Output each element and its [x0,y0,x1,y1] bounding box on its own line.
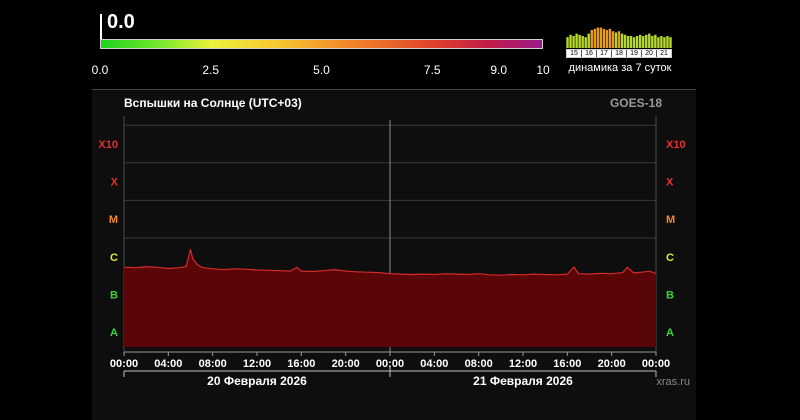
weekly-day-label: 15 [567,50,582,57]
weekly-bar [642,36,645,48]
y-class-label-left: C [110,252,118,264]
weekly-day-label: 21 [660,50,668,57]
x-tick-label: 08:00 [199,358,227,370]
x-tick-label: 12:00 [509,358,537,370]
weekly-bar [638,34,642,48]
y-class-label-left: X10 [98,139,118,151]
y-class-label-right: M [666,214,675,226]
y-class-label-left: M [109,214,118,226]
weekly-bar [608,28,612,48]
weekly-day-label: 18 [612,50,627,57]
x-tick-label: 04:00 [420,358,448,370]
scale-tick-label: 5.0 [313,63,330,77]
weekly-bar [578,34,581,48]
weekly-bar [581,36,584,48]
scale-tick-label: 10 [536,63,550,77]
weekly-bar [575,33,578,48]
x-tick-label: 16:00 [553,358,581,370]
weekly-bar [599,27,603,48]
weekly-bar [620,33,624,48]
x-tick-label: 00:00 [376,358,404,370]
weekly-bar [669,37,672,48]
weekly-bar [626,36,630,48]
weekly-bar [569,34,572,48]
weekly-bar [632,37,636,48]
weekly-bar [635,36,639,48]
data-source-label: GOES-18 [610,96,662,110]
weekly-bar [660,36,663,48]
date-label: 21 Февраля 2026 [473,374,573,388]
weekly-bar [654,34,657,48]
y-class-label-right: X [666,177,674,189]
scale-tick-label: 9.0 [490,63,508,77]
x-tick-label: 04:00 [154,358,182,370]
scale-tick-label: 0.0 [91,63,109,77]
watermark-label[interactable]: xras.ru [656,376,690,388]
flare-chart-svg: Вспышки на Солнце (UTC+03) GOES-18 A A B B C C M… [98,96,690,388]
weekly-bar [596,27,600,48]
weekly-bar [566,37,569,48]
y-class-label-right: A [666,327,674,339]
x-tick-label: 20:00 [598,358,626,370]
weekly-bar [611,31,615,48]
x-tick-label: 16:00 [287,358,315,370]
weekly-bar [645,34,648,48]
x-tick-label: 00:00 [110,358,138,370]
weekly-dynamics-widget[interactable]: 15 16 17 18 19 20 21 динамика за 7 суток [564,24,674,76]
weekly-bar [648,33,651,48]
weekly-day-label: 19 [627,50,642,57]
weekly-bar [614,32,618,48]
weekly-bar [617,31,621,48]
activity-scale-bar [100,39,543,49]
weekly-bar [657,37,660,48]
y-class-label-right: B [666,289,674,301]
chart-title: Вспышки на Солнце (UTC+03) [124,96,302,110]
weekly-bars [566,27,672,48]
weekly-day-label: 20 [642,50,657,57]
scale-tick-label: 7.5 [423,63,441,77]
x-tick-label: 08:00 [465,358,493,370]
y-class-label-right: C [666,252,674,264]
solar-flare-chart: Вспышки на Солнце (UTC+03) GOES-18 A A B B C C M… [92,90,696,420]
weekly-bar [663,37,666,48]
current-value: 0.0 [107,11,135,33]
weekly-bar [590,30,593,48]
weekly-bar [587,33,590,48]
weekly-bar [666,36,669,48]
x-tick-label: 00:00 [642,358,670,370]
weekly-bar [584,37,587,48]
current-value-marker [100,14,102,40]
x-tick-label: 20:00 [332,358,360,370]
y-class-label-left: X [111,177,119,189]
weekly-bar [572,36,575,48]
weekly-bar [602,28,606,48]
weekly-bar [593,28,596,48]
weekly-bar [629,36,633,48]
weekly-bar [605,30,609,48]
y-class-label-right: X10 [666,139,686,151]
weekly-caption: динамика за 7 суток [568,62,672,74]
weekly-day-label: 16 [582,50,597,57]
y-class-label-left: B [110,289,118,301]
scale-tick-label: 2.5 [202,63,220,77]
weekly-bar [623,34,627,48]
weekly-bar [651,36,654,48]
y-class-label-left: A [110,327,118,339]
x-tick-label: 12:00 [243,358,271,370]
weekly-day-labels: 15 16 17 18 19 20 21 [566,49,672,58]
date-label: 20 Февраля 2026 [207,374,307,388]
weekly-day-label: 17 [597,50,612,57]
